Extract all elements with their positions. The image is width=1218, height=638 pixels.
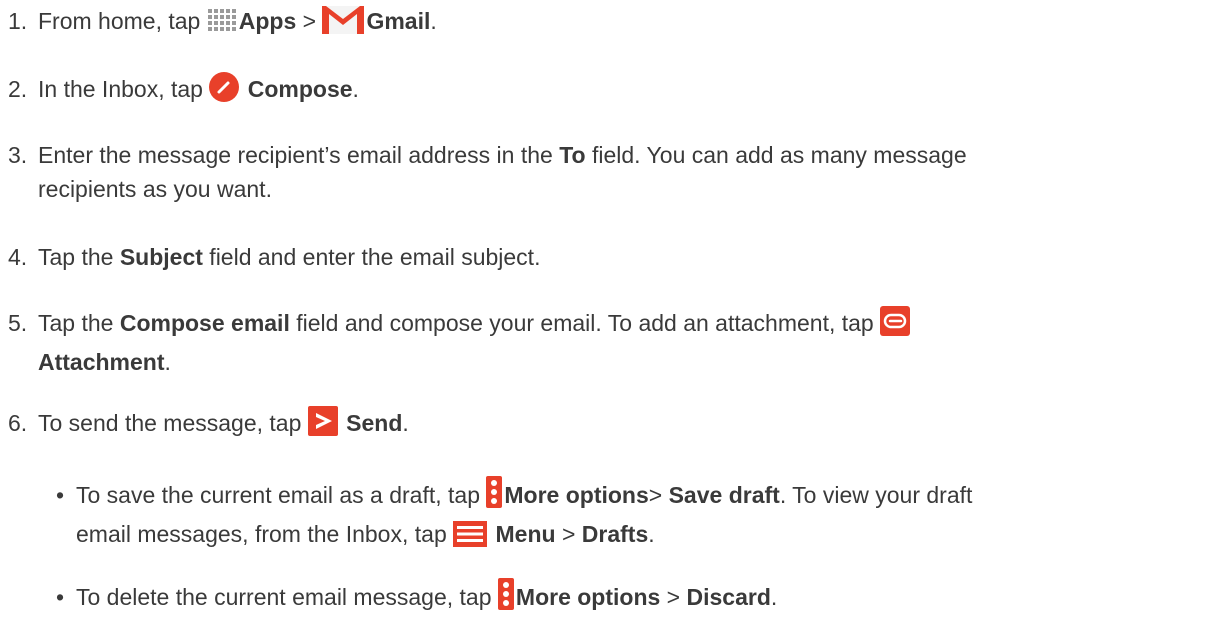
step-text: From home, tap — [38, 8, 207, 34]
bullet-text: . — [648, 521, 655, 547]
separator: > — [660, 584, 687, 610]
attachment-clip-icon — [880, 306, 911, 345]
step-number: 5. — [8, 310, 28, 336]
step-2: 2. In the Inbox, tap Compose. — [8, 72, 359, 111]
send-arrow-icon — [307, 406, 338, 445]
separator: > — [555, 521, 582, 547]
step-text: Tap the — [38, 310, 120, 336]
discard-label: Discard — [686, 584, 771, 610]
more-options-icon — [497, 578, 514, 619]
step-4: 4. Tap the Subject field and enter the em… — [8, 240, 540, 274]
step-text: field and enter the email subject. — [202, 244, 541, 270]
bullet-discard: • To delete the current email message, ta… — [56, 578, 777, 619]
separator: > — [648, 482, 669, 508]
step-text: field. You can add as many message — [585, 142, 967, 168]
step-text: In the Inbox, tap — [38, 76, 210, 102]
bullet-text: To delete the current email message, tap — [76, 584, 498, 610]
step-text: field and compose your email. To add an … — [289, 310, 881, 336]
to-label: To — [559, 142, 586, 168]
step-number: 1. — [8, 8, 28, 34]
compose-label: Compose — [247, 76, 353, 102]
more-options-label: More options — [504, 482, 649, 508]
bullet-save-draft: • To save the current email as a draft, t… — [56, 476, 972, 556]
send-label: Send — [346, 410, 403, 436]
step-1: 1. From home, tap Apps > Gmail. — [8, 4, 437, 43]
step-text: . — [402, 410, 409, 436]
step-6: 6. To send the message, tap Send. — [8, 406, 409, 445]
save-draft-label: Save draft — [668, 482, 780, 508]
bullet-text: email messages, from the Inbox, tap — [76, 521, 454, 547]
gmail-icon — [322, 4, 365, 43]
more-options-icon — [486, 476, 503, 517]
step-5: 5. Tap the Compose email field and compos… — [8, 306, 912, 379]
compose-pencil-icon — [209, 72, 240, 111]
step-text: Enter the message recipient’s email addr… — [38, 142, 560, 168]
step-3: 3. Enter the message recipient’s email ad… — [8, 138, 967, 206]
separator: > — [296, 8, 323, 34]
more-options-label: More options — [515, 584, 661, 610]
apps-label: Apps — [238, 8, 297, 34]
bullet-continuation: email messages, from the Inbox, tap Menu… — [56, 521, 655, 547]
step-number: 3. — [8, 142, 28, 168]
bullet-text: . — [770, 584, 778, 610]
drafts-label: Drafts — [581, 521, 649, 547]
apps-grid-icon — [207, 8, 237, 43]
compose-email-label: Compose email — [119, 310, 290, 336]
step-text: To send the message, tap — [38, 410, 308, 436]
menu-label: Menu — [495, 521, 556, 547]
gmail-label: Gmail — [366, 8, 431, 34]
step-text: . — [430, 8, 437, 34]
menu-icon — [453, 521, 488, 556]
step-text: . — [164, 349, 171, 375]
step-number: 4. — [8, 244, 28, 270]
attachment-label: Attachment — [38, 349, 165, 375]
bullet-dot: • — [56, 584, 65, 610]
step-continuation: recipients as you want. — [38, 176, 272, 202]
subject-label: Subject — [119, 244, 203, 270]
bullet-dot: • — [56, 482, 65, 508]
step-continuation: Attachment. — [8, 349, 171, 375]
step-number: 6. — [8, 410, 28, 436]
step-text: Tap the — [38, 244, 120, 270]
step-number: 2. — [8, 76, 28, 102]
bullet-text: To save the current email as a draft, ta… — [76, 482, 487, 508]
step-text: . — [352, 76, 359, 102]
bullet-text: . To view your draft — [779, 482, 973, 508]
